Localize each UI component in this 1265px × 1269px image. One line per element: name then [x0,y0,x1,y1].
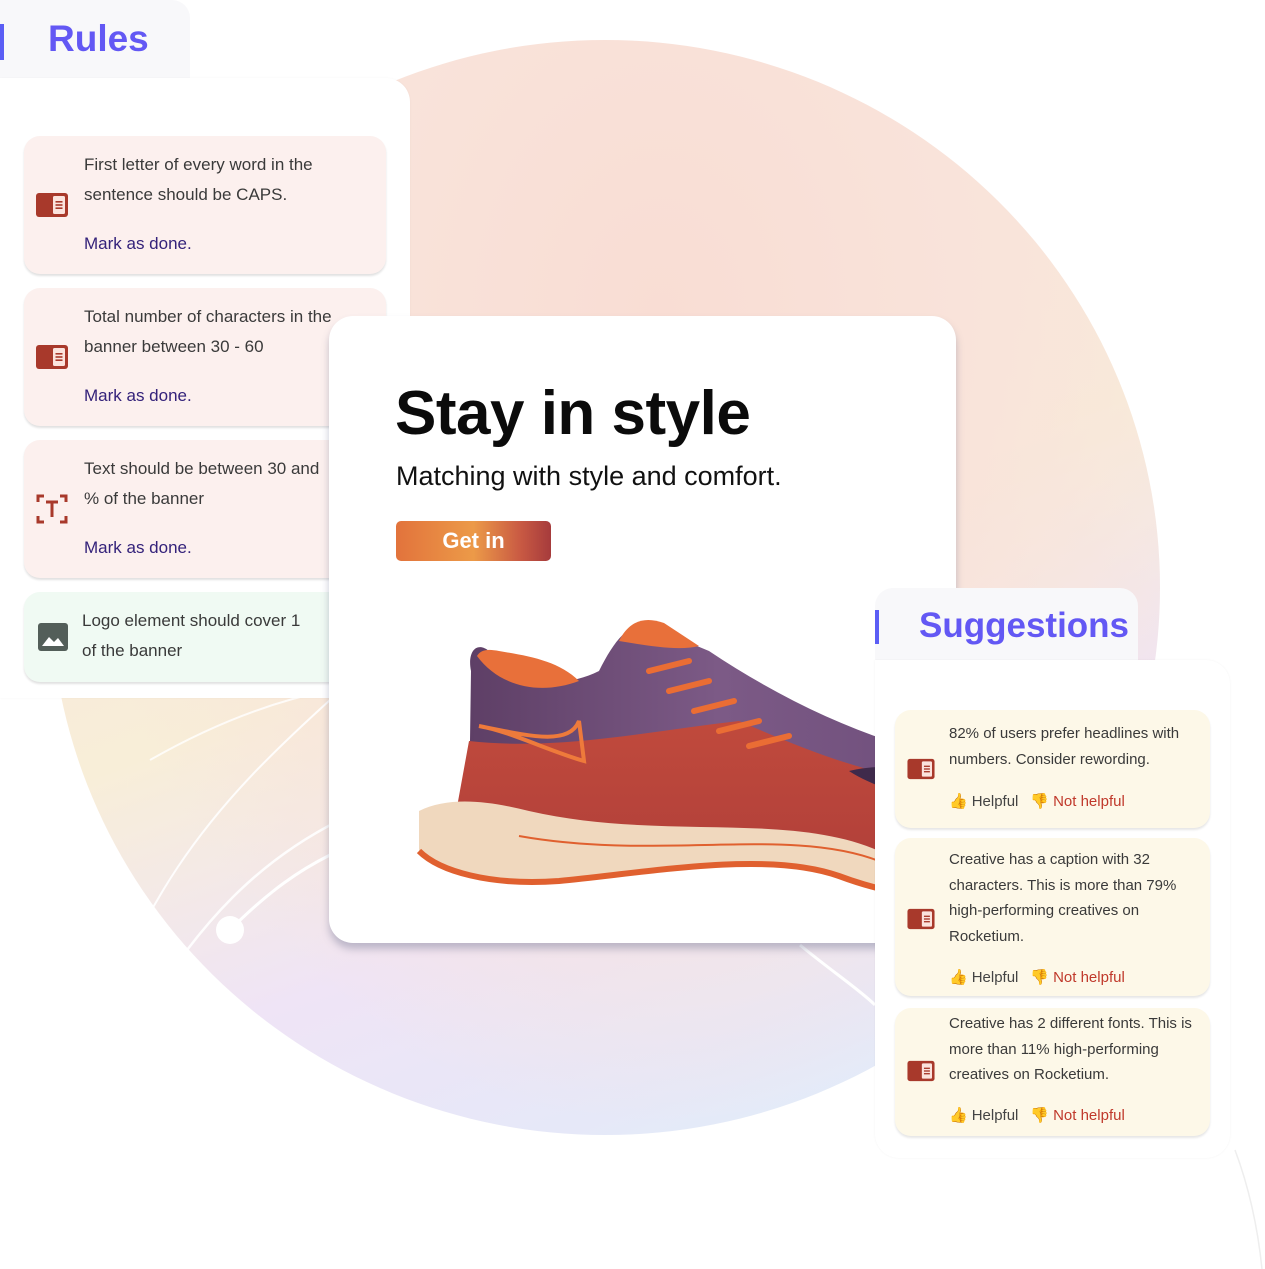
helpful-label: Helpful [971,792,1019,810]
text-card-icon [36,345,68,369]
rule-text: First letter of every word in the senten… [84,155,313,204]
suggestions-tab[interactable]: Suggestions [875,588,1138,668]
get-in-button[interactable]: Get in [396,521,551,561]
not-helpful-button[interactable]: 👎 Not helpful [1030,792,1125,811]
suggestions-tab-indicator [875,610,879,644]
thumbs-up-icon: 👍 [949,969,968,986]
text-card-icon [36,193,68,217]
feedback-row: 👍 Helpful 👎 Not helpful [949,968,1125,987]
running-shoe-image [416,620,956,901]
mark-as-done-link[interactable]: Mark as done. [84,234,192,254]
mark-as-done-link[interactable]: Mark as done. [84,538,192,558]
not-helpful-button[interactable]: 👎 Not helpful [1030,968,1125,987]
mark-as-done-link[interactable]: Mark as done. [84,386,192,406]
text-card-icon [907,1060,935,1082]
helpful-button[interactable]: 👍 Helpful [949,792,1019,811]
thumbs-down-icon: 👎 [1030,969,1050,986]
text-card-icon [907,758,935,780]
suggestion-text: 82% of users prefer headlines with numbe… [949,725,1180,768]
rules-title: Rules [48,18,149,59]
not-helpful-label: Not helpful [1053,792,1125,810]
not-helpful-label: Not helpful [1053,968,1125,986]
helpful-button[interactable]: 👍 Helpful [949,968,1019,987]
feedback-row: 👍 Helpful 👎 Not helpful [949,1106,1125,1125]
banner-headline: Stay in style [395,379,751,448]
not-helpful-button[interactable]: 👎 Not helpful [1030,1106,1125,1125]
suggestion-text: Creative has 2 different fonts. This is … [949,1015,1192,1083]
image-icon [38,623,68,651]
text-card-icon [907,908,935,930]
rules-tab[interactable]: Rules [0,0,190,80]
feedback-row: 👍 Helpful 👎 Not helpful [949,792,1125,811]
not-helpful-label: Not helpful [1053,1106,1125,1124]
thumbs-down-icon: 👎 [1030,1107,1050,1124]
suggestions-panel: 82% of users prefer headlines with numbe… [875,660,1230,1158]
suggestion-card: Creative has a caption with 32 character… [895,838,1210,996]
thumbs-down-icon: 👎 [1030,793,1050,810]
thumbs-up-icon: 👍 [949,1107,968,1124]
suggestions-title: Suggestions [919,606,1130,645]
suggestion-card: 82% of users prefer headlines with numbe… [895,710,1210,828]
helpful-label: Helpful [971,1106,1019,1124]
rules-tab-indicator [0,24,4,60]
banner-preview: Stay in style Matching with style and co… [329,316,956,943]
suggestion-card: Creative has 2 different fonts. This is … [895,1008,1210,1136]
suggestion-text: Creative has a caption with 32 character… [949,851,1177,945]
helpful-label: Helpful [971,968,1019,986]
rule-card: First letter of every word in the senten… [24,136,386,274]
helpful-button[interactable]: 👍 Helpful [949,1106,1019,1125]
thumbs-up-icon: 👍 [949,793,968,810]
text-frame-icon [36,494,68,524]
banner-subheadline: Matching with style and comfort. [396,461,782,491]
